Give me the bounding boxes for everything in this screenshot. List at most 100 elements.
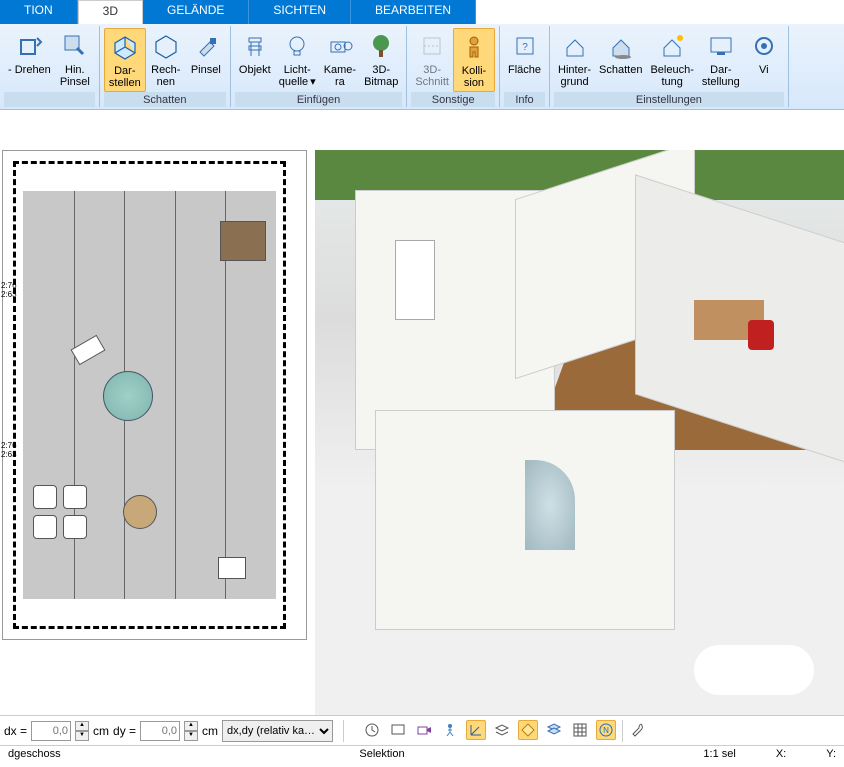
group-schatten: Dar- stellen Rech- nen Pinsel Schatten	[100, 26, 231, 107]
house-shadow-icon	[605, 30, 637, 62]
rotate-icon	[13, 30, 45, 62]
hin-pinsel-button[interactable]: Hin. Pinsel	[55, 28, 95, 92]
lightbulb-icon	[281, 30, 313, 62]
dy-unit: cm	[202, 724, 218, 738]
grid-icon[interactable]	[570, 720, 590, 740]
objekt-label: Objekt	[239, 64, 271, 76]
dy-input[interactable]	[140, 721, 180, 741]
svg-text:N: N	[603, 726, 609, 735]
kollision-button[interactable]: Kolli- sion	[453, 28, 495, 92]
brush-icon	[190, 30, 222, 62]
tab-construction[interactable]: TION	[0, 0, 78, 24]
status-y: Y:	[826, 748, 836, 765]
group-info: ? Fläche Info	[500, 26, 550, 107]
dy-spinner[interactable]: ▲▼	[184, 721, 198, 741]
hintergrund-button[interactable]: Hinter- grund	[554, 28, 595, 92]
bathtub-3d	[694, 645, 814, 695]
vi-button[interactable]: Vi	[744, 28, 784, 92]
group-einfuegen: Objekt Licht- quelle Kame- ra 3D- Bitmap…	[231, 26, 408, 107]
drehen-button[interactable]: - Drehen	[4, 28, 55, 92]
screen-icon[interactable]	[388, 720, 408, 740]
group-einstellungen-title: Einstellungen	[554, 92, 784, 107]
kamera-label: Kame- ra	[324, 64, 356, 88]
3d-bitmap-label: 3D- Bitmap	[364, 64, 398, 88]
person-icon	[458, 31, 490, 63]
monitor-icon	[705, 30, 737, 62]
umbrella-icon	[103, 371, 153, 421]
dx-input[interactable]	[31, 721, 71, 741]
angle-icon[interactable]	[466, 720, 486, 740]
rechnen-label: Rech- nen	[151, 64, 180, 88]
beleuchtung-label: Beleuch- tung	[650, 64, 693, 88]
dx-unit: cm	[93, 724, 109, 738]
darstellen-button[interactable]: Dar- stellen	[104, 28, 146, 92]
status-floor: dgeschoss	[8, 748, 61, 765]
tree-icon	[365, 30, 397, 62]
3d-schnitt-label: 3D- Schnitt	[415, 64, 449, 88]
door-3d	[395, 240, 435, 320]
plan-area	[23, 191, 276, 599]
beleuchtung-button[interactable]: Beleuch- tung	[646, 28, 697, 92]
objekt-button[interactable]: Objekt	[235, 28, 275, 92]
group-sonstige-title: Sonstige	[411, 92, 495, 107]
status-bar: dgeschoss Selektion 1:1 sel X: Y:	[0, 745, 844, 767]
3d-bitmap-button[interactable]: 3D- Bitmap	[360, 28, 402, 92]
group-drehen-title	[4, 92, 95, 107]
flaeche-button[interactable]: ? Fläche	[504, 28, 545, 92]
house-bg-icon	[559, 30, 591, 62]
darstellung-button[interactable]: Dar- stellung	[698, 28, 744, 92]
hintergrund-label: Hinter- grund	[558, 64, 591, 88]
compass-icon[interactable]: N	[596, 720, 616, 740]
tab-sichten[interactable]: SICHTEN	[249, 0, 351, 24]
tab-bearbeiten[interactable]: BEARBEITEN	[351, 0, 476, 24]
group-einfuegen-title: Einfügen	[235, 92, 403, 107]
status-ratio: 1:1 sel	[703, 748, 735, 765]
diamond-icon[interactable]	[518, 720, 538, 740]
cube-calc-icon	[150, 30, 182, 62]
dx-spinner[interactable]: ▲▼	[75, 721, 89, 741]
hin-pinsel-label: Hin. Pinsel	[60, 64, 90, 88]
dy-label: dy =	[113, 724, 136, 738]
svg-text:?: ?	[522, 42, 528, 53]
layers-icon[interactable]	[492, 720, 512, 740]
group-drehen: - Drehen Hin. Pinsel	[0, 26, 100, 107]
section-icon	[416, 30, 448, 62]
chair-3d	[748, 320, 774, 350]
3d-schnitt-button[interactable]: 3D- Schnitt	[411, 28, 453, 92]
floorplan-3d-view[interactable]	[315, 150, 844, 715]
vi-label: Vi	[759, 64, 769, 76]
rechnen-button[interactable]: Rech- nen	[146, 28, 186, 92]
kamera-button[interactable]: Kame- ra	[320, 28, 360, 92]
schatten-label: Schatten	[599, 64, 642, 76]
coord-mode-select[interactable]: dx,dy (relativ ka…	[222, 720, 333, 742]
tab-gelaende[interactable]: GELÄNDE	[143, 0, 249, 24]
wrench-icon[interactable]	[629, 720, 649, 740]
kollision-label: Kolli- sion	[462, 65, 486, 89]
group-einstellungen: Hinter- grund Schatten Beleuch- tung Dar…	[550, 26, 789, 107]
floorplan-2d-view[interactable]: 2:762:63 2:762:63	[2, 150, 307, 640]
chair-icon	[239, 30, 271, 62]
ribbon-toolbar: - Drehen Hin. Pinsel Dar- stellen Rech- …	[0, 24, 844, 110]
camera-tool-icon[interactable]	[414, 720, 434, 740]
gear-icon	[748, 30, 780, 62]
camera-icon	[324, 30, 356, 62]
house-light-icon	[656, 30, 688, 62]
lichtquelle-button[interactable]: Licht- quelle	[275, 28, 320, 92]
coordinate-bar: dx = ▲▼ cm dy = ▲▼ cm dx,dy (relativ ka……	[0, 715, 844, 745]
status-selektion: Selektion	[359, 748, 404, 765]
area-icon: ?	[509, 30, 541, 62]
group-sonstige: 3D- Schnitt Kolli- sion Sonstige	[407, 26, 500, 107]
status-x: X:	[776, 748, 786, 765]
pinsel-button[interactable]: Pinsel	[186, 28, 226, 92]
dimension-label: 2:762:63	[1, 281, 17, 299]
tab-3d[interactable]: 3D	[78, 0, 143, 24]
pinsel-label: Pinsel	[191, 64, 221, 76]
ribbon-tabs: TION 3D GELÄNDE SICHTEN BEARBEITEN	[0, 0, 844, 24]
schatten-button[interactable]: Schatten	[595, 28, 646, 92]
layers2-icon[interactable]	[544, 720, 564, 740]
view-toolbar: N	[362, 720, 649, 742]
clock-icon[interactable]	[362, 720, 382, 740]
lichtquelle-label: Licht- quelle	[279, 64, 316, 88]
group-info-title: Info	[504, 92, 545, 107]
walk-icon[interactable]	[440, 720, 460, 740]
